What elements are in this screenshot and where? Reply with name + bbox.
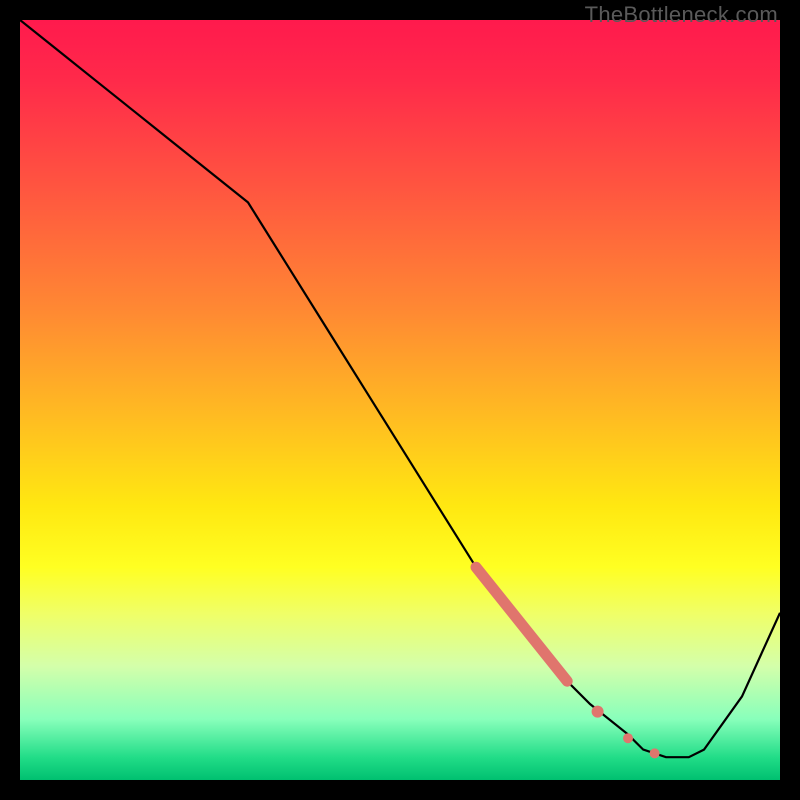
highlight-main-segment: [476, 567, 567, 681]
highlight-dot-1: [592, 706, 604, 718]
highlight-dot-2: [623, 733, 633, 743]
chart-area: [20, 20, 780, 780]
chart-overlay-svg: [20, 20, 780, 780]
highlight-dot-3: [650, 748, 660, 758]
watermark-text: TheBottleneck.com: [585, 2, 778, 28]
bottleneck-curve-path: [20, 20, 780, 757]
